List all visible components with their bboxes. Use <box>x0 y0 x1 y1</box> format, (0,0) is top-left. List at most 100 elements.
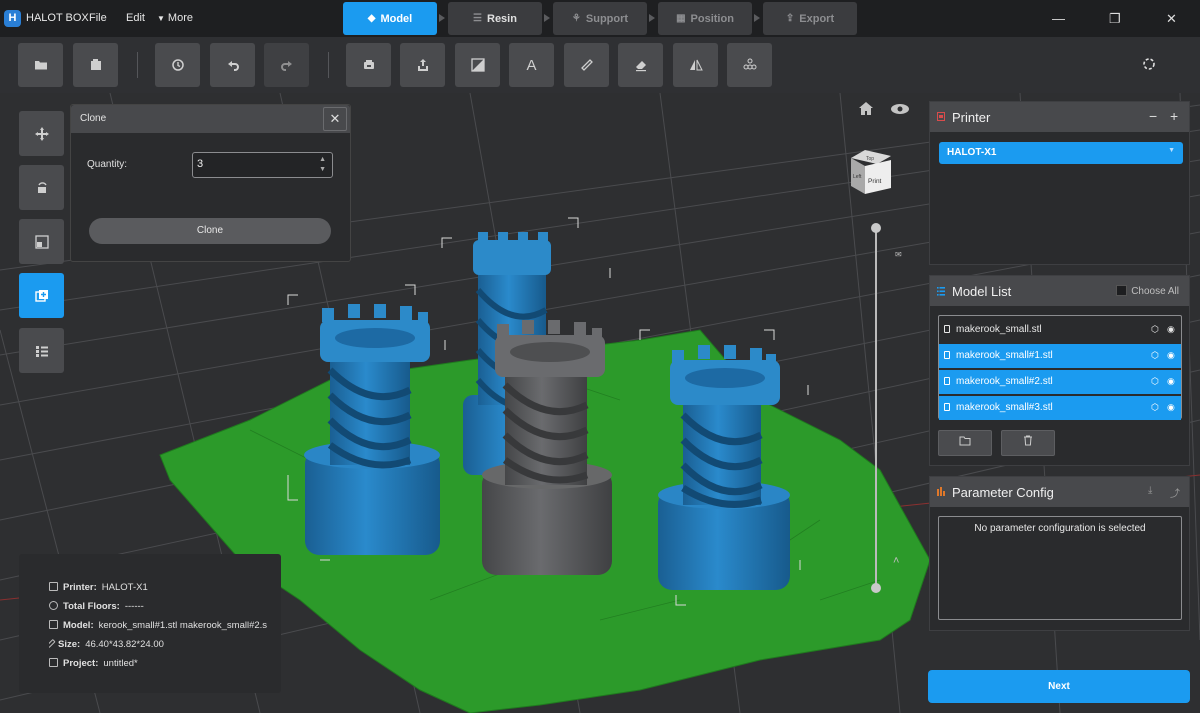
title-bar: H HALOT BOX File Edit ▼ More ◆ Model ☰ Resi… <box>0 0 1200 37</box>
arrange-button[interactable] <box>727 43 772 87</box>
eye-icon[interactable]: ◉ <box>1167 402 1175 413</box>
move-tool-button[interactable] <box>19 111 64 156</box>
open-model-button[interactable] <box>938 430 992 456</box>
printer-select[interactable]: HALOT-X1 ▼ <box>939 142 1183 164</box>
cube-icon: ◆ <box>367 13 376 24</box>
list-item[interactable]: makerook_small#3.stl ⬡ ◉ <box>939 396 1181 420</box>
tab-model[interactable]: ◆ Model <box>343 2 437 35</box>
settings-button[interactable] <box>1141 56 1157 72</box>
menu-edit[interactable]: Edit <box>126 12 145 24</box>
redo-button[interactable] <box>264 43 309 87</box>
printer-panel-title: Printer <box>952 110 991 125</box>
chevron-up-icon[interactable]: ˄ <box>893 555 899 567</box>
info-printer-value: HALOT-X1 <box>101 582 148 593</box>
info-floors-label: Total Floors: <box>63 601 120 612</box>
slice-button[interactable] <box>346 43 391 87</box>
printer-panel: Printer − + HALOT-X1 ▼ <box>929 101 1190 265</box>
eye-icon[interactable]: ◉ <box>1167 350 1175 361</box>
undo-button[interactable] <box>210 43 255 87</box>
info-project-value: untitled* <box>103 658 138 669</box>
mail-icon[interactable]: ✉ <box>895 250 902 259</box>
file-icon <box>944 351 950 359</box>
spin-arrows-icon[interactable]: ▲ ▼ <box>319 155 326 175</box>
import-config-icon[interactable]: ⤓ <box>1148 485 1152 496</box>
menu-more[interactable]: ▼ More <box>157 12 193 24</box>
clone-dialog-header: Clone ✕ <box>71 105 350 133</box>
info-project: Project: untitled* <box>49 658 275 669</box>
parameter-config-title: Parameter Config <box>952 485 1054 500</box>
quantity-label: Quantity: <box>87 159 128 170</box>
clone-tool-button[interactable] <box>19 273 64 318</box>
cube-icon[interactable]: ⬡ <box>1151 350 1159 361</box>
tab-export[interactable]: ⇪ Export <box>763 2 857 35</box>
cube-icon <box>49 620 58 629</box>
close-icon[interactable]: ✕ <box>323 107 347 131</box>
add-printer-button[interactable]: + <box>1170 108 1178 124</box>
eye-icon[interactable]: ◉ <box>1167 376 1175 387</box>
scale-tool-button[interactable] <box>19 219 64 264</box>
menu-more-label: More <box>167 12 193 24</box>
info-printer: Printer: HALOT-X1 <box>49 582 275 593</box>
clone-button[interactable]: Clone <box>89 218 331 244</box>
chevron-down-icon: ▼ <box>1168 147 1175 154</box>
list-item-label: makerook_small#3.stl <box>956 402 1053 413</box>
measure-button[interactable] <box>564 43 609 87</box>
model-list-tool-button[interactable] <box>19 328 64 373</box>
hollow-button[interactable] <box>455 43 500 87</box>
info-size-label: Size: <box>58 639 81 650</box>
info-model-label: Model: <box>63 620 94 631</box>
eye-icon[interactable]: ◉ <box>1167 324 1175 335</box>
tab-support[interactable]: ⚘ Support <box>553 2 647 35</box>
close-window-button[interactable]: ✕ <box>1166 11 1177 27</box>
mirror-button[interactable] <box>673 43 718 87</box>
import-button[interactable] <box>73 43 118 87</box>
erase-button[interactable] <box>618 43 663 87</box>
printer-icon <box>937 112 945 121</box>
open-folder-button[interactable] <box>18 43 63 87</box>
tab-resin[interactable]: ☰ Resin <box>448 2 542 35</box>
hollow-icon <box>470 58 485 72</box>
grid-icon: ▦ <box>676 13 686 24</box>
export-config-icon[interactable]: ⤴ <box>1170 485 1180 500</box>
model-info-panel: Printer: HALOT-X1 Total Floors: ------ Mod… <box>19 554 281 693</box>
rotate-tool-button[interactable] <box>19 165 64 210</box>
list-item[interactable]: makerook_small.stl ⬡ ◉ <box>939 318 1181 342</box>
cube-icon[interactable]: ⬡ <box>1151 324 1159 335</box>
list-item[interactable]: makerook_small#1.stl ⬡ ◉ <box>939 344 1181 368</box>
export-button[interactable] <box>400 43 445 87</box>
reset-icon <box>171 59 184 71</box>
quantity-stepper[interactable]: 3 ▲ ▼ <box>192 152 333 178</box>
list-item-label: makerook_small#1.stl <box>956 350 1053 361</box>
support-icon: ⚘ <box>571 13 581 24</box>
redo-icon <box>280 61 292 71</box>
project-icon <box>49 658 58 667</box>
choose-all-checkbox[interactable]: Choose All <box>1116 285 1179 297</box>
collapse-printer-button[interactable]: − <box>1149 108 1157 124</box>
ruler-icon <box>49 639 56 649</box>
text-button[interactable]: A <box>509 43 554 87</box>
menu-file[interactable]: File <box>89 12 107 24</box>
info-project-label: Project: <box>63 658 99 669</box>
file-icon <box>944 325 950 333</box>
list-item[interactable]: makerook_small#2.stl ⬡ ◉ <box>939 370 1181 394</box>
info-floors: Total Floors: ------ <box>49 601 275 612</box>
step-arrow-icon <box>544 14 550 22</box>
list-icon <box>937 287 945 296</box>
cube-icon[interactable]: ⬡ <box>1151 376 1159 387</box>
printer-select-value: HALOT-X1 <box>947 147 997 158</box>
reset-button[interactable] <box>155 43 200 87</box>
cube-icon[interactable]: ⬡ <box>1151 402 1159 413</box>
list-icon <box>35 345 48 357</box>
info-floors-value: ------ <box>124 601 144 612</box>
restore-button[interactable]: ❐ <box>1109 11 1121 27</box>
parameter-icon <box>937 487 945 496</box>
tab-position[interactable]: ▦ Position <box>658 2 752 35</box>
model-list-header: Model List Choose All <box>930 276 1189 306</box>
minimize-button[interactable]: — <box>1052 11 1065 26</box>
printer-icon <box>49 582 58 591</box>
next-button[interactable]: Next <box>928 670 1190 703</box>
delete-model-button[interactable] <box>1001 430 1055 456</box>
import-icon <box>90 59 101 70</box>
home-view-button[interactable] <box>858 101 874 119</box>
visibility-toggle-button[interactable] <box>890 103 910 118</box>
